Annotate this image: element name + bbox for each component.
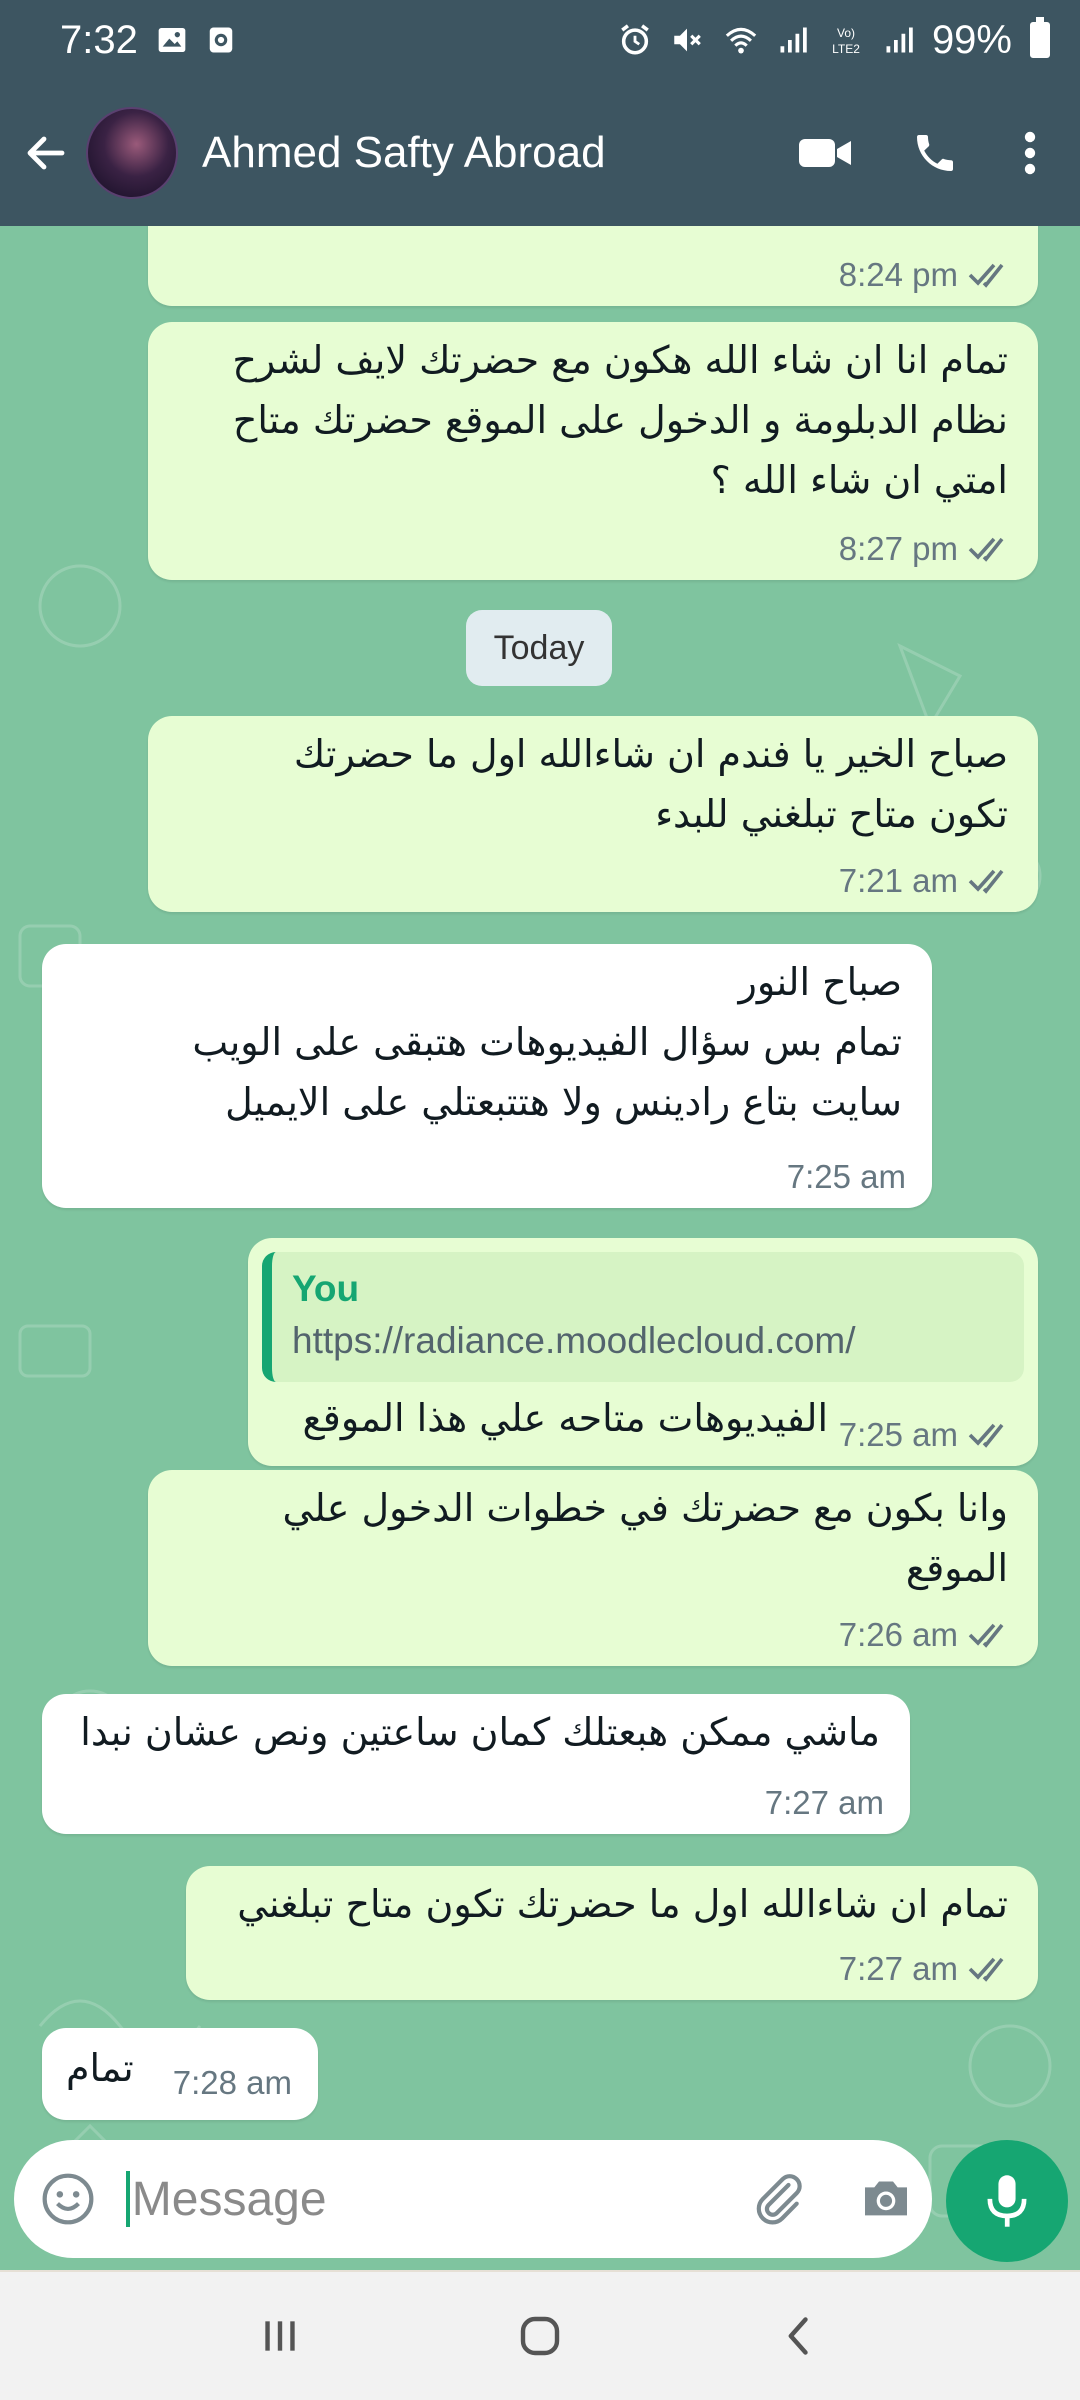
read-ticks-icon bbox=[968, 1621, 1012, 1649]
message-composer bbox=[14, 2140, 932, 2258]
message-line: تمام ان شاءالله اول ما حضرتك تكون متاح ت… bbox=[237, 1882, 1008, 1926]
message-line: صباح النور bbox=[738, 960, 902, 1004]
message-meta: 8:24 pm bbox=[839, 256, 1012, 294]
message-text: تمام bbox=[66, 2038, 134, 2098]
quote-link[interactable]: https://radiance.moodlecloud.com/ bbox=[292, 1320, 1004, 1362]
alarm-icon bbox=[618, 23, 652, 57]
message-line: الفيديوهات متاحه علي هذا الموقع bbox=[302, 1396, 828, 1440]
battery-percent: 99% bbox=[931, 17, 1012, 62]
message-line: ماشي ممكن هبعتلك كمان ساعتين ونص عشان نب… bbox=[80, 1710, 880, 1754]
svg-text:LTE2: LTE2 bbox=[832, 42, 860, 56]
signal-icon bbox=[778, 24, 808, 56]
back-arrow-icon[interactable] bbox=[6, 103, 86, 203]
message-time: 8:24 pm bbox=[838, 256, 958, 293]
message-meta: 8:27 pm bbox=[839, 530, 1012, 568]
battery-icon bbox=[1030, 17, 1050, 58]
message-time: 7:28 am bbox=[172, 2064, 292, 2101]
message-line: سايت بتاع رادينس ولا هتتبعتلي على الايمي… bbox=[225, 1080, 902, 1124]
message-text: صباح الخير يا فندم ان شاءالله اول ما حضر… bbox=[148, 716, 1038, 844]
status-time: 7:32 bbox=[60, 17, 138, 62]
message-bubble-outgoing[interactable]: صباح الخير يا فندم ان شاءالله اول ما حضر… bbox=[148, 716, 1038, 912]
mic-icon bbox=[987, 2175, 1027, 2227]
status-bar: 7:32 Vo) LTE2 99% bbox=[0, 0, 1080, 80]
signal-icon bbox=[884, 24, 914, 56]
message-meta: 7:27 am bbox=[765, 1784, 884, 1822]
message-bubble-outgoing[interactable]: تمام انا ان شاء الله هكون مع حضرتك لايف … bbox=[148, 322, 1038, 580]
message-bubble-outgoing[interactable]: وانا بكون مع حضرتك في خطوات الدخول علي ا… bbox=[148, 1470, 1038, 1666]
message-bubble-outgoing[interactable]: تمام ان شاءالله اول ما حضرتك تكون متاح ت… bbox=[186, 1866, 1038, 2000]
voice-call-icon[interactable] bbox=[880, 103, 990, 203]
message-text: الفيديوهات متاحه علي هذا الموقع bbox=[248, 1388, 828, 1448]
mute-icon bbox=[670, 23, 704, 57]
chat-area[interactable]: 8:24 pm تمام انا ان شاء الله هكون مع حضر… bbox=[0, 226, 1080, 2270]
date-chip: Today bbox=[466, 610, 612, 686]
camera-icon[interactable] bbox=[840, 2140, 932, 2258]
message-meta: 7:27 am bbox=[839, 1950, 1012, 1988]
message-line: تمام انا ان شاء الله هكون مع حضرتك لايف … bbox=[232, 338, 1008, 382]
message-text: صباح النور تمام بس سؤال الفيديوهات هتبقى… bbox=[42, 944, 932, 1132]
message-time: 7:26 am bbox=[838, 1616, 958, 1653]
message-text: ماشي ممكن هبعتلك كمان ساعتين ونص عشان نب… bbox=[42, 1694, 910, 1762]
chat-header: Ahmed Safty Abroad bbox=[0, 80, 1080, 226]
home-icon[interactable] bbox=[480, 2286, 600, 2386]
message-bubble-outgoing[interactable]: 8:24 pm bbox=[148, 226, 1038, 306]
video-call-icon[interactable] bbox=[770, 103, 880, 203]
message-bubble-incoming[interactable]: ماشي ممكن هبعتلك كمان ساعتين ونص عشان نب… bbox=[42, 1694, 910, 1834]
message-line: الموقع bbox=[905, 1546, 1008, 1590]
read-ticks-icon bbox=[968, 1955, 1012, 1983]
message-line: تمام bbox=[66, 2046, 134, 2090]
quoted-message[interactable]: You https://radiance.moodlecloud.com/ bbox=[262, 1252, 1024, 1382]
message-line: تكون متاح تبلغني للبدء bbox=[655, 792, 1008, 836]
message-line: صباح الخير يا فندم ان شاءالله اول ما حضر… bbox=[293, 732, 1008, 776]
message-time: 7:25 am bbox=[786, 1158, 906, 1195]
read-ticks-icon bbox=[968, 1421, 1012, 1449]
volte-icon: Vo) LTE2 bbox=[826, 23, 866, 57]
record-icon bbox=[206, 24, 236, 56]
avatar[interactable] bbox=[86, 107, 178, 199]
wifi-icon bbox=[722, 23, 760, 57]
read-ticks-icon bbox=[968, 261, 1012, 289]
message-bubble-incoming[interactable]: تمام 7:28 am bbox=[42, 2028, 318, 2120]
message-bubble-outgoing[interactable]: You https://radiance.moodlecloud.com/ ال… bbox=[248, 1238, 1038, 1466]
message-line: امتي ان شاء الله ؟ bbox=[710, 458, 1008, 502]
message-line: وانا بكون مع حضرتك في خطوات الدخول علي bbox=[282, 1486, 1008, 1530]
message-meta: 7:28 am bbox=[173, 2064, 292, 2102]
back-icon[interactable] bbox=[740, 2286, 860, 2386]
message-text: وانا بكون مع حضرتك في خطوات الدخول علي ا… bbox=[148, 1470, 1038, 1598]
mic-button[interactable] bbox=[946, 2140, 1068, 2262]
message-bubble-incoming[interactable]: صباح النور تمام بس سؤال الفيديوهات هتبقى… bbox=[42, 944, 932, 1208]
read-ticks-icon bbox=[968, 535, 1012, 563]
emoji-icon[interactable] bbox=[22, 2140, 114, 2258]
message-text: تمام انا ان شاء الله هكون مع حضرتك لايف … bbox=[148, 322, 1038, 510]
message-meta: 7:21 am bbox=[839, 862, 1012, 900]
message-text: تمام ان شاءالله اول ما حضرتك تكون متاح ت… bbox=[186, 1866, 1038, 1934]
message-meta: 7:25 am bbox=[787, 1158, 906, 1196]
message-meta: 7:25 am bbox=[839, 1416, 1012, 1454]
contact-name[interactable]: Ahmed Safty Abroad bbox=[202, 128, 770, 178]
message-line: نظام الدبلومة و الدخول على الموقع حضرتك … bbox=[232, 398, 1008, 442]
message-time: 7:27 am bbox=[764, 1784, 884, 1821]
svg-text:Vo): Vo) bbox=[837, 26, 855, 40]
image-icon bbox=[156, 24, 188, 56]
quote-author: You bbox=[292, 1268, 360, 1309]
recents-icon[interactable] bbox=[220, 2286, 340, 2386]
more-options-icon[interactable] bbox=[990, 103, 1070, 203]
message-time: 7:21 am bbox=[838, 862, 958, 899]
message-time: 7:25 am bbox=[838, 1416, 958, 1453]
message-input[interactable] bbox=[131, 2171, 692, 2227]
message-time: 8:27 pm bbox=[838, 530, 958, 567]
message-meta: 7:26 am bbox=[839, 1616, 1012, 1654]
attach-icon[interactable] bbox=[732, 2140, 824, 2258]
message-time: 7:27 am bbox=[838, 1950, 958, 1987]
read-ticks-icon bbox=[968, 867, 1012, 895]
system-nav-bar bbox=[0, 2272, 1080, 2400]
text-cursor bbox=[126, 2171, 130, 2227]
message-line: تمام بس سؤال الفيديوهات هتبقى على الويب bbox=[192, 1020, 902, 1064]
